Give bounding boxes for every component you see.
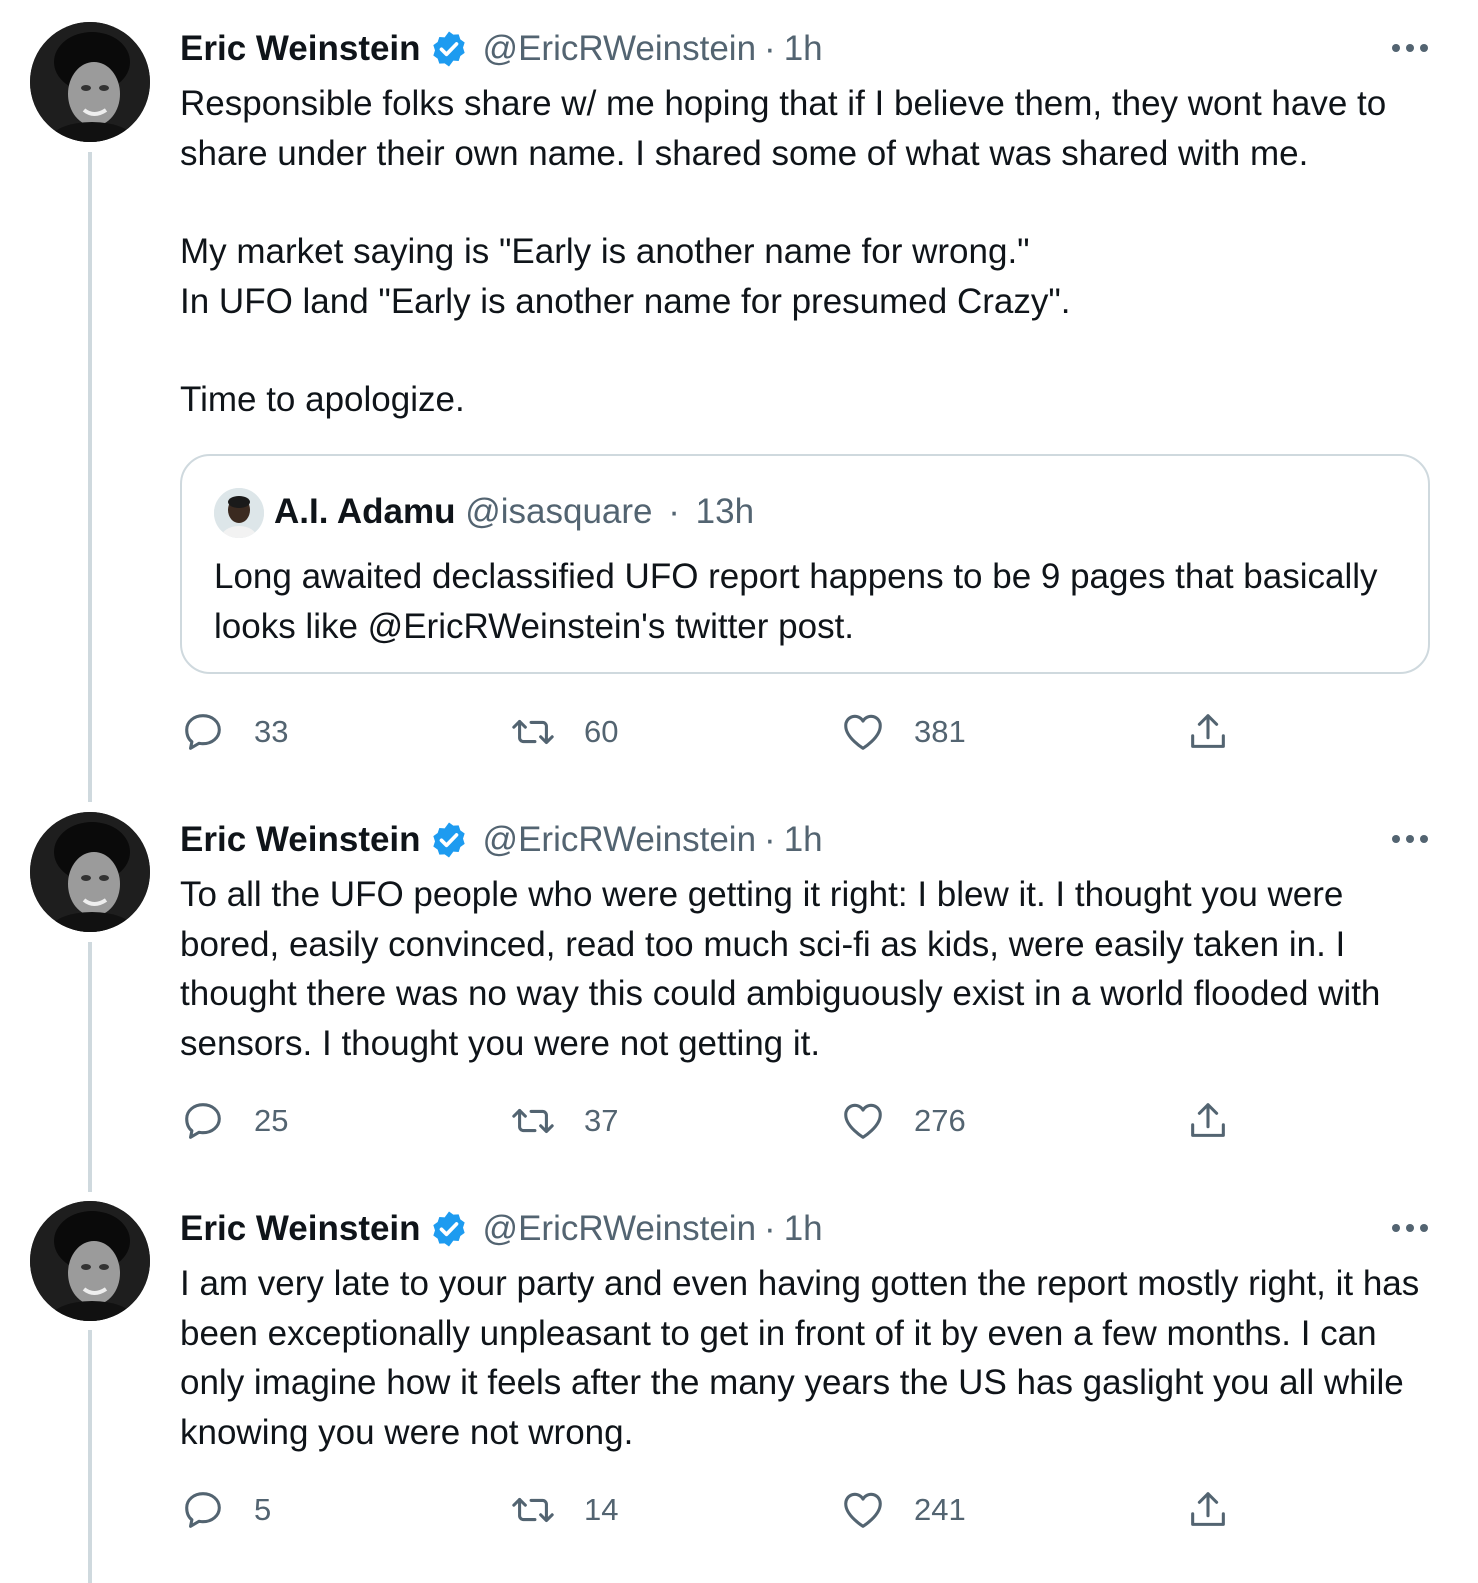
quoted-author-handle: @isasquare	[465, 492, 653, 531]
reply-icon	[185, 714, 221, 750]
separator-dot: ·	[764, 820, 776, 859]
separator-dot: ·	[764, 29, 776, 68]
more-horizontal-icon	[1392, 44, 1400, 52]
share-button[interactable]	[1185, 1096, 1231, 1146]
verified-badge-icon	[432, 31, 465, 67]
reply-button[interactable]: 25	[180, 1096, 288, 1146]
reply-count: 25	[254, 1103, 289, 1138]
retweet-count: 14	[584, 1492, 619, 1527]
like-count: 381	[914, 714, 966, 749]
retweet-count: 60	[584, 714, 619, 749]
verified-badge-icon	[432, 822, 465, 858]
retweet-icon	[512, 1497, 554, 1523]
tweet-text: Responsible folks share w/ me hoping tha…	[180, 79, 1440, 425]
thread-line	[88, 942, 92, 1192]
like-button[interactable]: 276	[840, 1096, 966, 1146]
share-icon	[1191, 714, 1225, 748]
retweet-icon	[512, 1108, 554, 1134]
more-horizontal-icon	[1392, 1224, 1400, 1232]
author-handle[interactable]: @EricRWeinstein	[483, 1209, 757, 1249]
avatar[interactable]	[30, 1201, 150, 1321]
retweet-button[interactable]: 60	[510, 707, 618, 757]
more-options-button[interactable]	[1392, 834, 1428, 844]
tweet-timestamp[interactable]: 1h	[784, 29, 823, 69]
author-handle[interactable]: @EricRWeinstein	[483, 820, 757, 860]
tweet-text: To all the UFO people who were getting i…	[180, 870, 1440, 1068]
reply-button[interactable]: 33	[180, 707, 288, 757]
author-name[interactable]: Eric Weinstein	[180, 1209, 421, 1249]
avatar-photo-icon	[30, 812, 150, 932]
more-options-button[interactable]	[1392, 1223, 1428, 1233]
quoted-tweet[interactable]: A.I. Adamu @isasquare · 13h Long awaited…	[180, 454, 1430, 674]
reply-count: 33	[254, 714, 289, 749]
separator-dot: ·	[668, 492, 680, 531]
like-count: 241	[914, 1492, 966, 1527]
avatar[interactable]	[30, 22, 150, 142]
separator-dot: ·	[764, 1209, 776, 1248]
like-count: 276	[914, 1103, 966, 1138]
like-button[interactable]: 241	[840, 1485, 966, 1535]
retweet-button[interactable]: 37	[510, 1096, 618, 1146]
thread-line	[88, 1330, 92, 1583]
tweet-actions: 25 37 276	[180, 1096, 1240, 1146]
retweet-icon	[512, 719, 554, 745]
more-horizontal-icon	[1392, 835, 1400, 843]
tweet-paragraph: Time to apologize.	[180, 380, 465, 419]
tweet-timestamp[interactable]: 1h	[784, 1209, 823, 1249]
more-options-button[interactable]	[1392, 43, 1428, 53]
share-icon	[1191, 1492, 1225, 1526]
reply-button[interactable]: 5	[180, 1485, 271, 1535]
quoted-avatar	[214, 488, 264, 538]
author-name[interactable]: Eric Weinstein	[180, 820, 421, 860]
tweet-timestamp[interactable]: 1h	[784, 820, 823, 860]
avatar[interactable]	[30, 812, 150, 932]
retweet-button[interactable]: 14	[510, 1485, 618, 1535]
quoted-header: A.I. Adamu @isasquare · 13h	[274, 492, 754, 532]
heart-icon	[844, 714, 882, 750]
tweet-paragraph: To all the UFO people who were getting i…	[180, 875, 1391, 1063]
tweet-actions: 33 60 381	[180, 707, 1240, 757]
author-name[interactable]: Eric Weinstein	[180, 29, 421, 69]
tweet-header: Eric Weinstein @EricRWeinstein · 1h	[180, 27, 823, 71]
share-button[interactable]	[1185, 1485, 1231, 1535]
tweet-text: I am very late to your party and even ha…	[180, 1259, 1440, 1457]
verified-badge-icon	[432, 1211, 465, 1247]
heart-icon	[844, 1103, 882, 1139]
thread-line	[88, 152, 92, 802]
tweet-header: Eric Weinstein @EricRWeinstein · 1h	[180, 818, 823, 862]
avatar-photo-icon	[30, 1201, 150, 1321]
author-handle[interactable]: @EricRWeinstein	[483, 29, 757, 69]
like-button[interactable]: 381	[840, 707, 966, 757]
quoted-avatar-photo-icon	[214, 488, 264, 538]
tweet-paragraph: I am very late to your party and even ha…	[180, 1264, 1429, 1452]
heart-icon	[844, 1492, 882, 1528]
quoted-author-name: A.I. Adamu	[274, 492, 456, 531]
reply-count: 5	[254, 1492, 272, 1527]
tweet-paragraph: Responsible folks share w/ me hoping tha…	[180, 84, 1396, 173]
avatar-photo-icon	[30, 22, 150, 142]
tweet-header: Eric Weinstein @EricRWeinstein · 1h	[180, 1207, 823, 1251]
tweet-actions: 5 14 241	[180, 1485, 1240, 1535]
reply-icon	[185, 1103, 221, 1139]
quoted-text: Long awaited declassified UFO report hap…	[214, 557, 1378, 646]
tweet-paragraph: My market saying is "Early is another na…	[180, 232, 1071, 321]
share-icon	[1191, 1103, 1225, 1137]
share-button[interactable]	[1185, 707, 1231, 757]
reply-icon	[185, 1492, 221, 1528]
retweet-count: 37	[584, 1103, 619, 1138]
quoted-timestamp: 13h	[695, 492, 755, 531]
